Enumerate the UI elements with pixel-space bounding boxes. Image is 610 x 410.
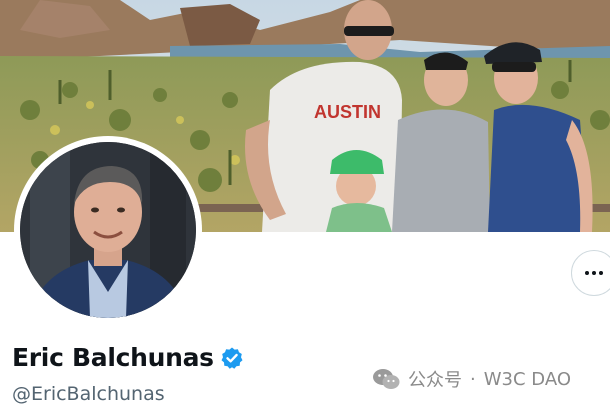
more-options-button[interactable] (571, 250, 610, 296)
profile-name-row: Eric Balchunas (12, 343, 244, 372)
profile-avatar-frame (14, 136, 202, 324)
watermark-account: W3C DAO (483, 368, 571, 390)
display-name: Eric Balchunas (12, 343, 214, 372)
wechat-icon (373, 369, 400, 389)
avatar[interactable] (20, 142, 196, 318)
banner-shirt-text: AUSTIN (314, 102, 381, 122)
watermark-source: 公众号 (408, 370, 462, 391)
verified-badge-icon[interactable] (220, 346, 244, 370)
profile-handle: @EricBalchunas (12, 383, 165, 405)
watermark-separator: · (470, 368, 476, 390)
more-horizontal-icon (585, 271, 603, 275)
watermark: 公众号 · W3C DAO (372, 366, 571, 392)
